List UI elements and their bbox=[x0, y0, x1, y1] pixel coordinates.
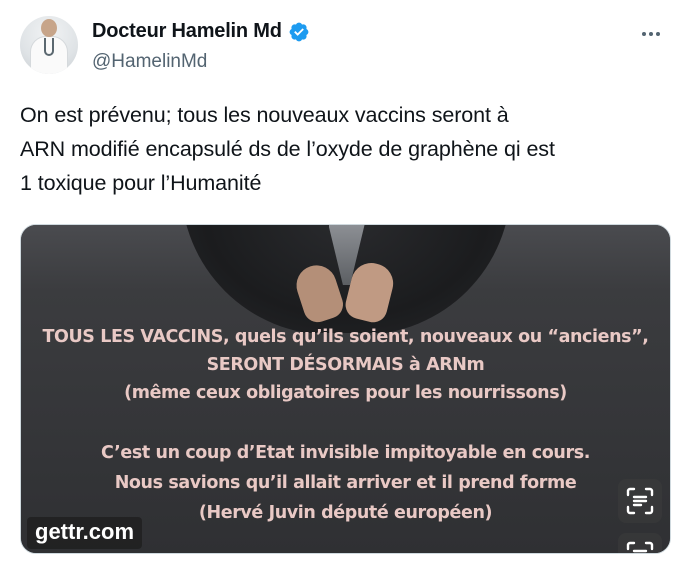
tweet-text-line: 1 toxique pour l’Humanité bbox=[20, 171, 262, 195]
name-row: Docteur Hamelin Md bbox=[92, 20, 310, 43]
tweet-media-image[interactable]: TOUS LES VACCINS, quels qu’ils soient, n… bbox=[20, 224, 671, 554]
more-horizontal-icon[interactable] bbox=[636, 22, 666, 46]
tweet-text: On est prévenu; tous les nouveaux vaccin… bbox=[20, 98, 675, 200]
display-name[interactable]: Docteur Hamelin Md bbox=[92, 20, 282, 43]
text-recognition-glyph bbox=[626, 487, 654, 515]
more-dot bbox=[656, 32, 660, 36]
verified-badge-icon bbox=[289, 22, 309, 41]
more-dot bbox=[649, 32, 653, 36]
text-recognition-icon[interactable] bbox=[618, 533, 662, 553]
tweet-header: Docteur Hamelin Md @HamelinMd bbox=[20, 16, 670, 78]
text-recognition-glyph bbox=[626, 541, 654, 553]
media-caption-line: C’est un coup d’Etat invisible impitoyab… bbox=[101, 443, 590, 463]
handle[interactable]: @HamelinMd bbox=[92, 51, 207, 73]
tweet-text-line: On est prévenu; tous les nouveaux vaccin… bbox=[20, 103, 509, 127]
media-caption-line: SERONT DÉSORMAIS à ARNm bbox=[206, 355, 485, 375]
gettr-watermark: gettr.com bbox=[27, 517, 143, 549]
media-person-photo bbox=[180, 225, 511, 333]
more-dot bbox=[642, 32, 646, 36]
avatar-head bbox=[41, 19, 57, 37]
avatar[interactable] bbox=[20, 16, 78, 74]
media-caption-line: (même ceux obligatoires pour les nourris… bbox=[124, 383, 567, 403]
media-caption-line: Nous savions qu’il allait arriver et il … bbox=[114, 473, 577, 493]
text-recognition-icon[interactable] bbox=[618, 479, 662, 523]
tweet-text-line: ARN modifié encapsulé ds de l’oxyde de g… bbox=[20, 137, 555, 161]
avatar-stethoscope bbox=[44, 38, 54, 56]
media-caption-line: TOUS LES VACCINS, quels qu’ils soient, n… bbox=[42, 327, 649, 347]
